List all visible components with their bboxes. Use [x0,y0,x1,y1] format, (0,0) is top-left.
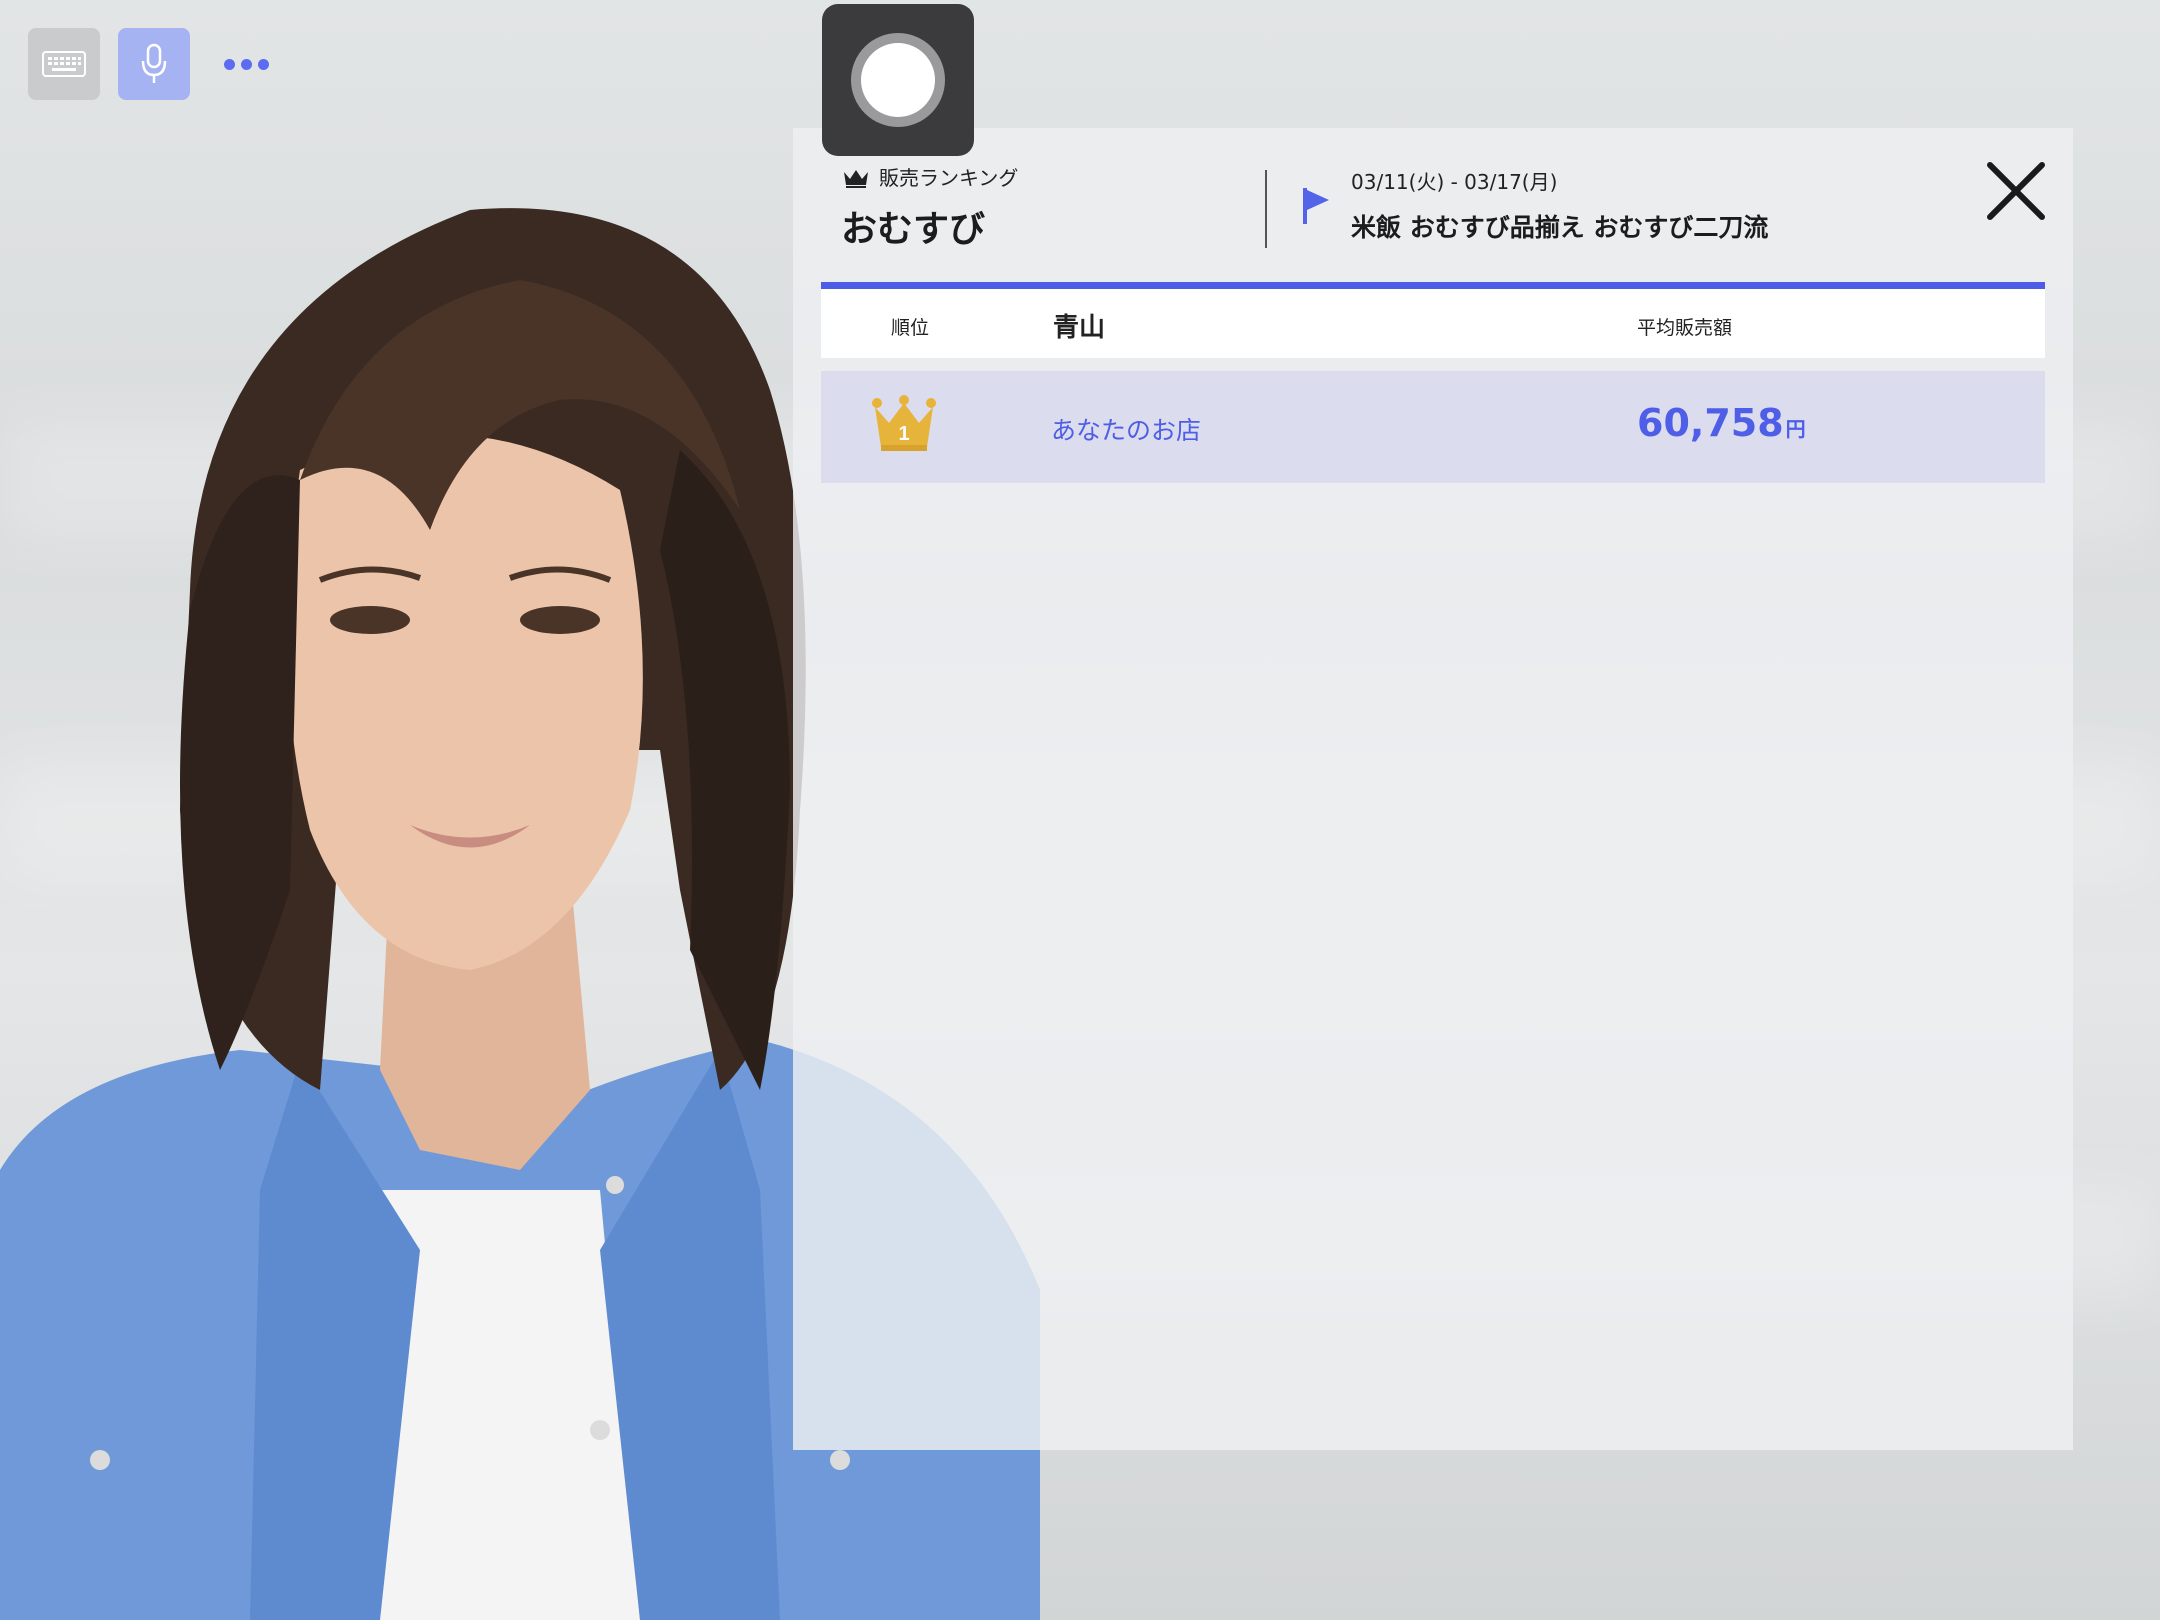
column-avg-sales: 平均販売額 [1637,317,1733,339]
avg-sales-value: 60,758 円 [1637,401,1806,445]
close-icon [1987,162,2045,220]
sales-ranking-panel: 販売ランキング おむすび 03/11(火) - 03/17(月) 米飯 おむすび… [793,128,2073,1450]
close-button[interactable] [1983,158,2049,224]
currency-unit: 円 [1785,417,1806,441]
more-dots-icon [223,58,269,70]
header-divider [1265,170,1267,248]
column-rank: 順位 [891,317,930,339]
rank-number: 1 [898,423,909,445]
product-title: おむすび [841,209,986,250]
keyboard-icon [42,51,86,77]
crown-icon [844,170,868,188]
campaign-tags: 米飯 おむすび品揃え おむすび二刀流 [1351,213,1769,242]
flag-icon [1303,188,1329,224]
date-range: 03/11(火) - 03/17(月) [1351,170,1558,194]
table-row: 1 あなたのお店 60,758 円 [821,371,2045,483]
store-name: あなたのお店 [1051,416,1202,445]
keyboard-button[interactable] [28,28,100,100]
rank-crown-icon: 1 [872,395,936,451]
ranking-table-header: 順位 青山 平均販売額 [821,282,2045,358]
more-options-button[interactable] [210,28,282,100]
microphone-icon [141,43,167,83]
column-region: 青山 [1053,313,1106,343]
sales-amount: 60,758 [1637,401,1784,445]
record-button[interactable] [822,4,974,156]
category-label: 販売ランキング [879,166,1019,190]
microphone-button[interactable] [118,28,190,100]
record-icon [851,33,945,127]
panel-header: 販売ランキング おむすび 03/11(火) - 03/17(月) 米飯 おむすび… [793,128,2073,278]
